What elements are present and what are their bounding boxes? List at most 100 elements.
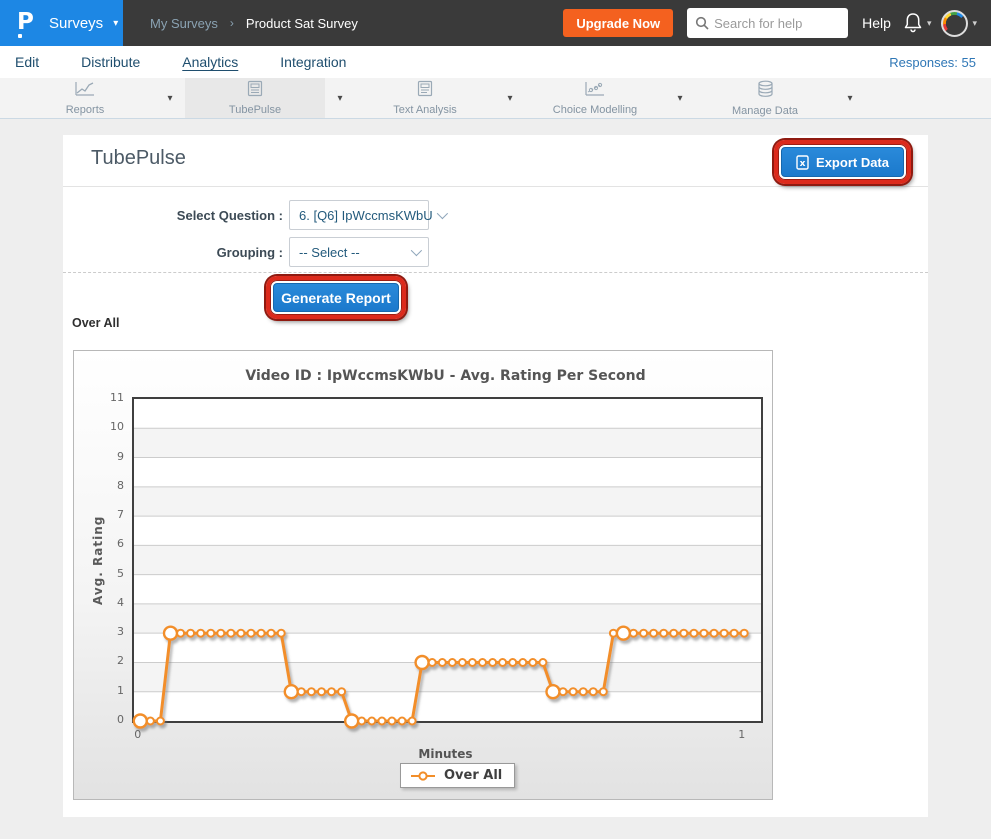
data-point[interactable] <box>650 630 657 637</box>
data-point[interactable] <box>519 659 526 666</box>
data-point[interactable] <box>479 659 486 666</box>
data-point[interactable] <box>690 630 697 637</box>
data-point[interactable] <box>731 630 738 637</box>
data-point[interactable] <box>547 685 560 698</box>
data-point[interactable] <box>600 688 607 695</box>
product-switcher[interactable]: P Surveys ▾ <box>0 0 123 46</box>
help-link[interactable]: Help <box>862 15 891 31</box>
data-point[interactable] <box>509 659 516 666</box>
help-search[interactable] <box>687 8 848 38</box>
data-point[interactable] <box>388 718 395 725</box>
tab-dropdown-caret[interactable]: ▾ <box>665 78 695 118</box>
data-point[interactable] <box>711 630 718 637</box>
data-point[interactable] <box>429 659 436 666</box>
search-input[interactable] <box>714 16 834 31</box>
y-tick-label: 4 <box>74 596 124 609</box>
data-point[interactable] <box>285 685 298 698</box>
data-point[interactable] <box>499 659 506 666</box>
data-point[interactable] <box>529 659 536 666</box>
data-point[interactable] <box>700 630 707 637</box>
data-point[interactable] <box>237 630 244 637</box>
data-point[interactable] <box>409 718 416 725</box>
tab-dropdown-caret[interactable]: ▾ <box>155 78 185 118</box>
nav-item-analytics[interactable]: Analytics <box>182 54 238 70</box>
data-point[interactable] <box>680 630 687 637</box>
breadcrumb-my-surveys[interactable]: My Surveys <box>150 16 218 31</box>
data-point[interactable] <box>378 718 385 725</box>
data-point[interactable] <box>318 688 325 695</box>
responses-count[interactable]: Responses: 55 <box>889 55 976 70</box>
upgrade-now-button[interactable]: Upgrade Now <box>563 9 673 37</box>
data-point[interactable] <box>187 630 194 637</box>
tab-tubepulse[interactable]: TubePulse <box>185 78 325 118</box>
data-point[interactable] <box>439 659 446 666</box>
data-point[interactable] <box>164 627 177 640</box>
question-select[interactable]: 6. [Q6] IpWccmsKWbU <box>289 200 429 230</box>
data-point[interactable] <box>278 630 285 637</box>
tab-reports[interactable]: Reports <box>15 78 155 118</box>
notifications-menu[interactable]: ▾ <box>903 12 932 34</box>
data-point[interactable] <box>298 688 305 695</box>
data-point[interactable] <box>539 659 546 666</box>
data-point[interactable] <box>217 630 224 637</box>
nav-item-distribute[interactable]: Distribute <box>81 54 140 70</box>
tab-dropdown-caret[interactable]: ▾ <box>835 78 865 118</box>
data-point[interactable] <box>157 718 164 725</box>
data-point[interactable] <box>617 627 630 640</box>
y-tick-label: 8 <box>74 479 124 492</box>
data-point[interactable] <box>368 718 375 725</box>
data-point[interactable] <box>134 715 147 728</box>
plot-band <box>134 428 761 457</box>
top-navbar: P Surveys ▾ My Surveys › Product Sat Sur… <box>0 0 991 46</box>
data-point[interactable] <box>177 630 184 637</box>
data-point[interactable] <box>147 718 154 725</box>
data-point[interactable] <box>197 630 204 637</box>
data-point[interactable] <box>258 630 265 637</box>
data-point[interactable] <box>590 688 597 695</box>
data-point[interactable] <box>308 688 315 695</box>
data-point[interactable] <box>328 688 335 695</box>
tab-text-analysis[interactable]: Text Analysis <box>355 78 495 118</box>
y-tick-label: 2 <box>74 654 124 667</box>
nav-item-edit[interactable]: Edit <box>15 54 39 70</box>
account-menu[interactable]: ▾ <box>941 10 977 37</box>
tab-label: Choice Modelling <box>553 104 637 116</box>
data-point[interactable] <box>416 656 429 669</box>
data-point[interactable] <box>469 659 476 666</box>
data-point[interactable] <box>248 630 255 637</box>
grouping-select[interactable]: -- Select -- <box>289 237 429 267</box>
tab-label: TubePulse <box>229 104 281 116</box>
data-point[interactable] <box>660 630 667 637</box>
data-point[interactable] <box>459 659 466 666</box>
tab-manage-data[interactable]: Manage Data <box>695 78 835 118</box>
data-point[interactable] <box>640 630 647 637</box>
data-point[interactable] <box>399 718 406 725</box>
tab-choice-modelling[interactable]: Choice Modelling <box>525 78 665 118</box>
data-point[interactable] <box>338 688 345 695</box>
generate-report-button[interactable]: Generate Report <box>273 283 399 312</box>
tab-dropdown-caret[interactable]: ▾ <box>325 78 355 118</box>
plot-band <box>134 487 761 516</box>
data-point[interactable] <box>345 715 358 728</box>
data-point[interactable] <box>560 688 567 695</box>
data-point[interactable] <box>570 688 577 695</box>
data-point[interactable] <box>489 659 496 666</box>
data-point[interactable] <box>207 630 214 637</box>
data-point[interactable] <box>268 630 275 637</box>
data-point[interactable] <box>630 630 637 637</box>
data-point[interactable] <box>449 659 456 666</box>
bell-icon <box>903 12 923 34</box>
data-point[interactable] <box>580 688 587 695</box>
annotation-highlight-generate: Generate Report <box>266 276 406 319</box>
nav-item-integration[interactable]: Integration <box>280 54 346 70</box>
data-point[interactable] <box>721 630 728 637</box>
data-point[interactable] <box>670 630 677 637</box>
grouping-row: Grouping : -- Select -- <box>63 237 429 267</box>
chevron-down-icon: ▾ <box>972 18 977 29</box>
x-tick-label: 1 <box>738 728 745 741</box>
data-point[interactable] <box>358 718 365 725</box>
data-point[interactable] <box>741 630 748 637</box>
data-point[interactable] <box>227 630 234 637</box>
export-data-button[interactable]: x Export Data <box>781 147 904 177</box>
tab-dropdown-caret[interactable]: ▾ <box>495 78 525 118</box>
